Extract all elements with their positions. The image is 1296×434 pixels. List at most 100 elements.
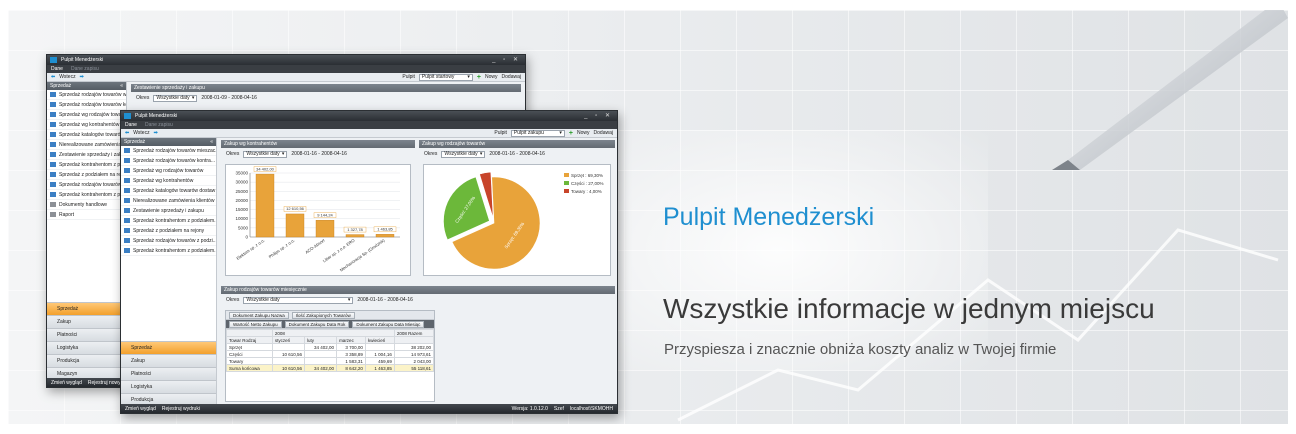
sidebar-item[interactable]: Sprzedaż z podziałem na rejon: [47, 170, 126, 180]
sidebar-item[interactable]: Zestawienie sprzedaży i zakupu: [121, 206, 216, 216]
front-app-window: Pulpit Menedżerski _ ▫ ✕ Dane Dane zapis…: [120, 110, 618, 414]
legend-swatch: [564, 189, 569, 193]
period-select[interactable]: Wszystkie daty ▾: [243, 150, 288, 158]
window-controls[interactable]: _ ▫ ✕: [584, 112, 613, 119]
collapse-icon[interactable]: «: [210, 139, 213, 145]
menu-item[interactable]: Dane zapisu: [145, 122, 173, 128]
sidebar-item-label: Zestawienie sprzedaży i zakupu: [59, 151, 126, 158]
sidebar-item[interactable]: Sprzedaż wg kontrahentów: [121, 176, 216, 186]
legend-swatch: [564, 181, 569, 185]
row-label: Towary: [226, 357, 273, 365]
pivot-field[interactable]: Wartość Netto Zakupu: [229, 320, 282, 328]
back-button[interactable]: Wstecz: [59, 74, 75, 80]
sidebar-item[interactable]: Sprzedaż wg kontrahentów: [47, 120, 126, 130]
status-left[interactable]: Zmień wygląd: [125, 406, 156, 412]
row-header[interactable]: Towar Rodzaj: [226, 336, 273, 344]
sidebar-item[interactable]: Sprzedaż rodzajów towarów mieszac...: [121, 146, 216, 156]
date-range: 2008-01-16 - 2008-04-16: [489, 151, 545, 157]
back-button[interactable]: Wstecz: [133, 130, 149, 136]
status-left[interactable]: Rejestruj nowy: [88, 380, 121, 386]
report-icon: [124, 158, 130, 163]
bar: [375, 234, 395, 238]
status-left[interactable]: Rejestruj wydruki: [162, 406, 200, 412]
banner-title: Pulpit Menedżerski: [663, 203, 875, 231]
y-tick-label: 10000: [235, 216, 248, 221]
sidebar-item[interactable]: Sprzedaż kontrahentom z podziałem...: [121, 246, 216, 256]
sidebar-item[interactable]: Sprzedaż z podziałem na rejony: [121, 226, 216, 236]
plus-icon[interactable]: +: [569, 130, 573, 137]
sidebar-item[interactable]: Zestawienie sprzedaży i zakupu: [47, 150, 126, 160]
nav-category[interactable]: Produkcja: [47, 354, 126, 367]
back-arrow-icon[interactable]: ⬅: [51, 74, 55, 80]
sidebar-item[interactable]: Sprzedaż rodzajów towarów: [47, 180, 126, 190]
back-menubar: Dane Dane zapisu: [47, 65, 525, 73]
sidebar-item[interactable]: Sprzedaż wg rodzajów towarów: [47, 110, 126, 120]
menu-item[interactable]: Dane zapisu: [71, 66, 99, 72]
sidebar-item[interactable]: Sprzedaż rodzajów towarów z podzi...: [121, 236, 216, 246]
settings-button[interactable]: Dodawaj: [594, 130, 613, 136]
row-total: 2 043,00: [393, 357, 435, 365]
sidebar-item[interactable]: Sprzedaż katalogów towarów: [47, 130, 126, 140]
nav-category[interactable]: Logistyka: [121, 380, 216, 393]
status-version: Wersja: 1.0.12.0: [511, 405, 548, 412]
pivot-row: Części 10 610,56 3 358,89 1 004,16 14 973,61: [226, 350, 435, 358]
sidebar-item[interactable]: Dokumenty handlowe: [47, 200, 126, 210]
forward-arrow-icon[interactable]: ➡: [80, 74, 84, 80]
sidebar-item[interactable]: Sprzedaż rodzajów towarów weid...: [47, 90, 126, 100]
pivot-field[interactable]: Dokument Zakupu Data Rok: [284, 320, 350, 328]
menu-item[interactable]: Dane: [125, 122, 137, 128]
bar: [285, 213, 305, 238]
pulpit-select[interactable]: Pulpit zakupu ▾: [510, 129, 565, 137]
nav-category[interactable]: Sprzedaż: [47, 302, 126, 315]
x-tick-label: Philips sp. z o.o.: [268, 238, 296, 260]
sidebar-item-label: Sprzedaż rodzajów towarów kontra...: [133, 157, 215, 164]
nav-category[interactable]: Sprzedaż: [121, 341, 216, 354]
menu-item[interactable]: Dane: [51, 66, 63, 72]
status-left[interactable]: Zmień wygląd: [51, 380, 82, 386]
pivot-field[interactable]: Dokument Zakupu Data Miesiąc: [352, 320, 425, 328]
sidebar-item[interactable]: Sprzedaż kontrahentom z pod...: [47, 190, 126, 200]
new-button[interactable]: Nowy: [577, 130, 590, 136]
back-arrow-icon[interactable]: ⬅: [125, 130, 129, 136]
sidebar-item[interactable]: Sprzedaż katalogów towarów dostaw: [121, 186, 216, 196]
period-select[interactable]: Wszystkie daty ▾: [153, 94, 198, 102]
sidebar-item[interactable]: Sprzedaż kontrahentom z podziałem...: [121, 216, 216, 226]
back-window-title: Pulpit Menedżerski: [61, 57, 104, 63]
period-select[interactable]: Wszystkie daty ▾: [441, 150, 486, 158]
forward-arrow-icon[interactable]: ➡: [154, 130, 158, 136]
sidebar-item-label: Sprzedaż wg kontrahentów: [59, 121, 120, 128]
chevron-down-icon: ▾: [281, 151, 285, 157]
nav-category[interactable]: Płatności: [47, 328, 126, 341]
sidebar-item[interactable]: Sprzedaż rodzajów towarów kontra...: [121, 156, 216, 166]
nav-category[interactable]: Logistyka: [47, 341, 126, 354]
nav-category[interactable]: Zakup: [121, 354, 216, 367]
sidebar-item[interactable]: Raport: [47, 210, 126, 220]
sidebar-item[interactable]: Sprzedaż kontrahentom z pod...: [47, 160, 126, 170]
pulpit-select[interactable]: Pulpit startowy ▾: [418, 73, 473, 81]
pivot-cell: [271, 357, 305, 365]
pivot-field[interactable]: Dokument Zakupu Nazwa: [229, 311, 289, 319]
pie-chart-box: Sprzęt: 69,30% Sprzęt : 69,30% Części: 27,…: [423, 164, 611, 276]
new-button[interactable]: Nowy: [485, 74, 498, 80]
back-toolbar: ⬅ Wstecz ➡ Pulpit Pulpit startowy ▾ + Now…: [47, 73, 525, 82]
status-server: localhost\SKMOHH: [569, 405, 613, 412]
row-total: 55 118,61: [393, 364, 435, 372]
pivot-cell: 3 700,00: [336, 343, 366, 351]
period-select[interactable]: Wszystkie daty ▾: [243, 296, 354, 304]
nav-category[interactable]: Płatności: [121, 367, 216, 380]
pivot-field[interactable]: Ilość Zakupionych Towarów: [291, 311, 355, 319]
sidebar-item[interactable]: Nierealizowane zamówienia: [47, 140, 126, 150]
collapse-icon[interactable]: «: [120, 83, 123, 89]
y-tick-label: 30000: [235, 180, 248, 185]
window-controls[interactable]: _ ▫ ✕: [492, 56, 521, 63]
sidebar-item-label: Nierealizowane zamówienia: [59, 141, 121, 148]
date-range: 2008-01-16 - 2008-04-16: [357, 297, 413, 303]
settings-button[interactable]: Dodawaj: [502, 74, 521, 80]
plus-icon[interactable]: +: [477, 74, 481, 81]
year-cell[interactable]: 2008: [271, 329, 395, 337]
sidebar-item[interactable]: Sprzedaż rodzajów towarów kontr...: [47, 100, 126, 110]
sidebar-item[interactable]: Nierealizowane zamówienia klientów: [121, 196, 216, 206]
sidebar-item[interactable]: Sprzedaż wg rodzajów towarów: [121, 166, 216, 176]
year-total-header: 2008 Razem: [393, 329, 435, 337]
nav-category[interactable]: Zakup: [47, 315, 126, 328]
